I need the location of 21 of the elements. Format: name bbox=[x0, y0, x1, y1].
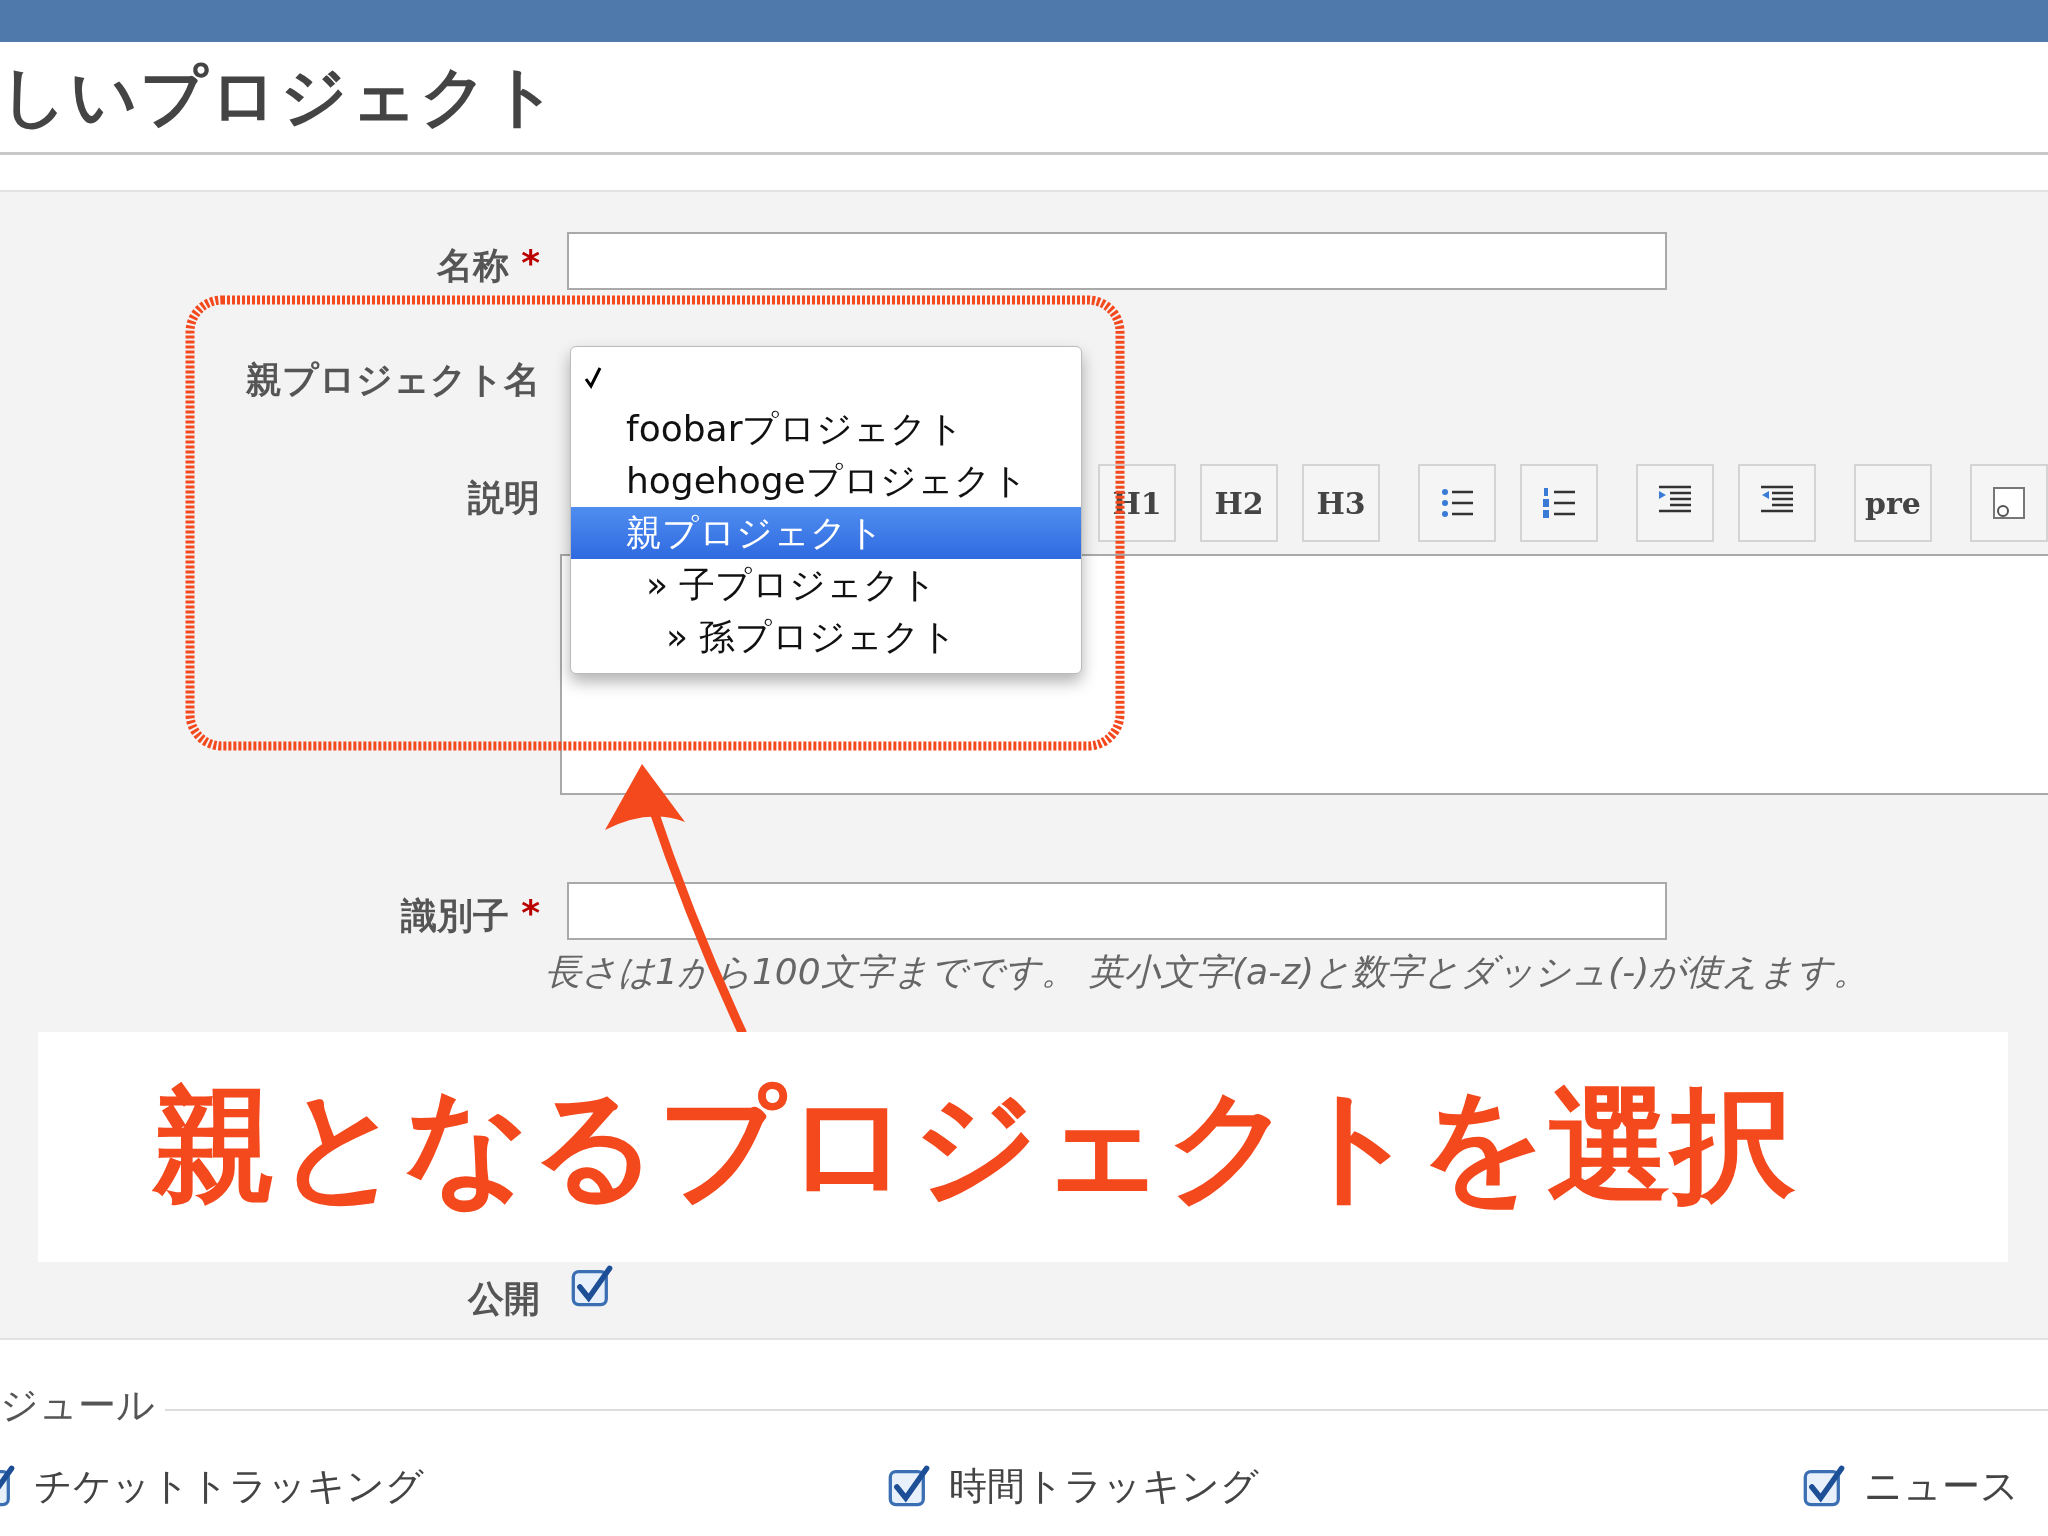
format-button[interactable]: H2 bbox=[1200, 464, 1278, 542]
field-label: 説明 bbox=[468, 476, 540, 520]
annotation-text: 親となるプロジェクトを選択 bbox=[153, 1071, 1795, 1219]
dropdown-option[interactable]: » 子プロジェクト bbox=[571, 559, 1081, 611]
required-mark: * bbox=[521, 892, 540, 933]
dropdown-option[interactable]: 親プロジェクト bbox=[571, 507, 1081, 559]
field-label: 識別子 bbox=[401, 894, 510, 938]
field-label: 名称 bbox=[437, 244, 510, 288]
module-label: 時間トラッキング bbox=[949, 1463, 1259, 1510]
format-button[interactable]: pre bbox=[1854, 464, 1932, 542]
dropdown-option[interactable]: hogehogeプロジェクト bbox=[571, 455, 1081, 507]
module-label: チケットトラッキング bbox=[34, 1463, 424, 1510]
field-label: 公開 bbox=[468, 1277, 540, 1321]
dropdown-option[interactable]: foobarプロジェクト bbox=[571, 403, 1081, 455]
required-mark: * bbox=[521, 242, 540, 283]
page-title: しいプロジェクト bbox=[0, 57, 560, 137]
dropdown-option[interactable]: » 孫プロジェクト bbox=[571, 611, 1081, 663]
module-label: ニュース bbox=[1864, 1463, 2019, 1510]
field-label: 親プロジェクト名 bbox=[246, 358, 540, 402]
section-title: ジュール bbox=[0, 1382, 156, 1429]
format-button[interactable]: H3 bbox=[1302, 464, 1380, 542]
